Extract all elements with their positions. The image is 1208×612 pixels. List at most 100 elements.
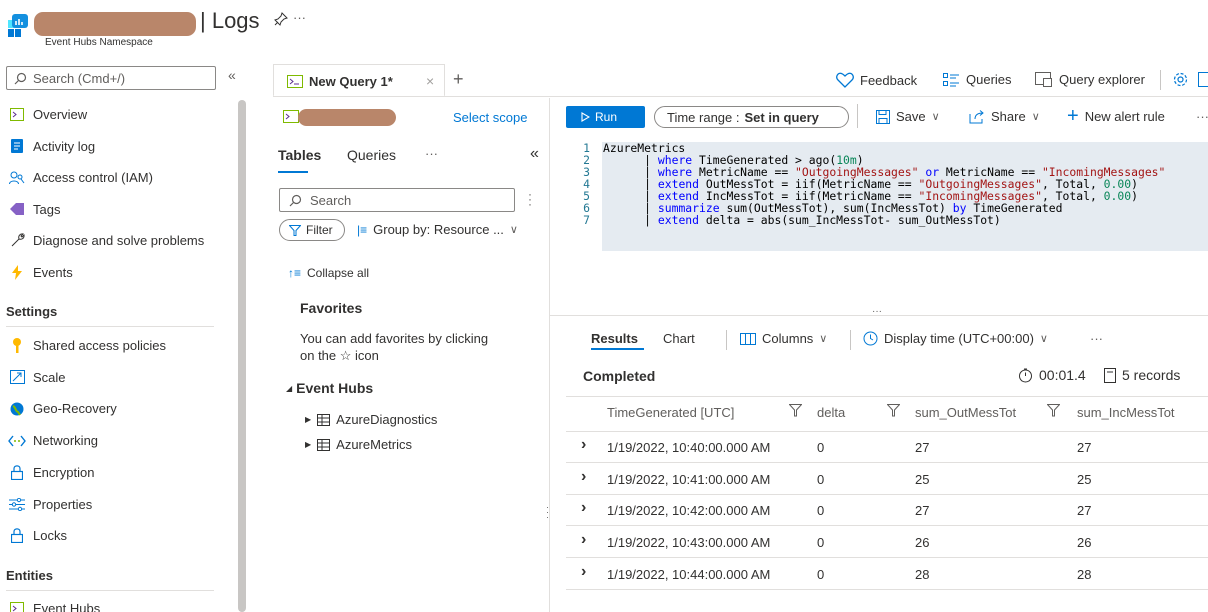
run-button[interactable]: Run: [566, 106, 645, 128]
results-more-button[interactable]: ···: [1090, 331, 1103, 346]
column-header-timegenerated[interactable]: TimeGenerated [UTC]: [607, 405, 734, 420]
add-tab-button[interactable]: +: [453, 69, 464, 90]
results-divider: [726, 330, 727, 350]
display-time-dropdown[interactable]: Display time (UTC+00:00) ∨: [863, 331, 1048, 346]
entities-section-header: Entities: [6, 568, 53, 583]
table-item-azurediagnostics[interactable]: ▶ AzureDiagnostics: [305, 412, 437, 427]
column-header-delta[interactable]: delta: [817, 405, 845, 420]
sidebar-item-events[interactable]: Events: [0, 257, 230, 288]
expand-row-chevron-icon[interactable]: ›: [581, 499, 586, 517]
header-more-icon[interactable]: ···: [293, 10, 306, 25]
sidebar-item-label: Scale: [33, 369, 66, 385]
sidebar-scrollbar[interactable]: [238, 100, 246, 612]
expand-row-chevron-icon[interactable]: ›: [581, 468, 586, 486]
table-row[interactable]: › 1/19/2022, 10:42:00.000 AM 0 27 27: [566, 495, 1208, 527]
table-cell: 25: [915, 471, 930, 487]
filter-icon[interactable]: [887, 404, 900, 417]
sidebar-item-label: Locks: [33, 528, 67, 544]
table-cell: 1/19/2022, 10:44:00.000 AM: [607, 566, 771, 582]
properties-icon: [8, 495, 26, 513]
tab-chart[interactable]: Chart: [663, 331, 695, 346]
code-line-7: | extend delta = abs(sum_IncMessTot- sum…: [603, 213, 1001, 227]
tab-queries[interactable]: Queries: [347, 147, 396, 163]
panel-collapse-button[interactable]: «: [530, 145, 539, 163]
sidebar-item-locks[interactable]: Locks: [0, 520, 230, 551]
table-cell: 1/19/2022, 10:43:00.000 AM: [607, 535, 771, 551]
query-explorer-button[interactable]: Query explorer: [1035, 72, 1145, 87]
expand-row-chevron-icon[interactable]: ›: [581, 436, 586, 454]
feedback-button[interactable]: Feedback: [836, 72, 917, 88]
layout-toggle-icon[interactable]: [1198, 72, 1208, 87]
tab-new-query-1[interactable]: New Query 1* ×: [273, 64, 445, 97]
sidebar-item-event-hubs[interactable]: Event Hubs: [0, 593, 230, 612]
search-options-icon[interactable]: · · ·: [528, 188, 532, 210]
table-item-azuremetrics[interactable]: ▶ AzureMetrics: [305, 437, 412, 452]
event-hubs-group-label: Event Hubs: [296, 380, 374, 396]
filter-button[interactable]: Filter: [279, 219, 345, 241]
pin-icon[interactable]: [274, 12, 288, 26]
tab-tables[interactable]: Tables: [278, 147, 321, 163]
sidebar-search-placeholder: Search (Cmd+/): [33, 71, 126, 86]
time-range-picker[interactable]: Time range : Set in query: [654, 106, 849, 128]
sidebar-item-label: Geo-Recovery: [33, 401, 117, 417]
sidebar-item-tags[interactable]: Tags: [0, 194, 230, 225]
table-cell: 27: [1077, 503, 1092, 519]
queries-button[interactable]: Queries: [943, 72, 1012, 87]
sidebar-item-scale[interactable]: Scale: [0, 362, 230, 393]
tab-results[interactable]: Results: [591, 331, 638, 346]
play-icon: [581, 112, 590, 122]
columns-button[interactable]: Columns ∨: [740, 331, 827, 346]
favorites-hint-line2: on the ☆ icon: [300, 348, 379, 363]
save-button[interactable]: Save ∨: [876, 109, 940, 124]
column-header-sum-incmesstot[interactable]: sum_IncMessTot: [1077, 405, 1175, 420]
new-alert-rule-button[interactable]: + New alert rule: [1067, 106, 1165, 126]
sidebar-search-input[interactable]: Search (Cmd+/): [6, 66, 216, 90]
event-hubs-group[interactable]: ◢ Event Hubs: [286, 380, 373, 396]
sidebar-item-activity-log[interactable]: Activity log: [0, 131, 230, 162]
clock-icon: [863, 331, 878, 346]
section-divider: [6, 590, 214, 591]
toolbar-more-button[interactable]: ···: [1196, 109, 1208, 124]
table-row[interactable]: › 1/19/2022, 10:41:00.000 AM 0 25 25: [566, 464, 1208, 495]
lock-icon: [8, 463, 26, 481]
sidebar-item-networking[interactable]: Networking: [0, 425, 230, 456]
share-button[interactable]: Share ∨: [969, 109, 1040, 124]
table-row[interactable]: › 1/19/2022, 10:40:00.000 AM 0 27 27: [566, 432, 1208, 463]
sidebar-item-shared-access-policies[interactable]: Shared access policies: [0, 330, 230, 361]
key-icon: [8, 337, 26, 355]
group-by-dropdown[interactable]: |≡ Group by: Resource ... ∨: [357, 222, 518, 237]
table-row[interactable]: › 1/19/2022, 10:43:00.000 AM 0 26 26: [566, 527, 1208, 559]
toolbar-divider: [857, 104, 858, 128]
table-cell: 27: [915, 440, 930, 455]
elapsed-time: 00:01.4: [1018, 367, 1086, 383]
sidebar-item-diagnose-and-solve-problems[interactable]: Diagnose and solve problems: [0, 225, 230, 256]
sidebar-item-geo-recovery[interactable]: Geo-Recovery: [0, 393, 230, 424]
records-icon: [1104, 367, 1116, 383]
sidebar-item-encryption[interactable]: Encryption: [0, 457, 230, 488]
panel-splitter[interactable]: [549, 98, 550, 612]
tables-search-input[interactable]: Search: [279, 188, 515, 212]
tab-close-button[interactable]: ×: [426, 73, 434, 89]
group-by-icon: |≡: [357, 222, 368, 237]
sidebar-item-access-control-iam[interactable]: Access control (IAM): [0, 162, 230, 193]
expand-row-chevron-icon[interactable]: ›: [581, 531, 586, 549]
query-editor[interactable]: 1 2 3 4 5 6 7 AzureMetrics | where TimeG…: [576, 142, 1208, 252]
filter-icon[interactable]: [1047, 404, 1060, 417]
feedback-label: Feedback: [860, 72, 918, 88]
column-header-sum-outmesstot[interactable]: sum_OutMessTot: [915, 405, 1016, 420]
collapse-all-button[interactable]: ↑≡ Collapse all: [288, 266, 369, 280]
tab-bar-divider: [273, 96, 1208, 97]
columns-icon: [740, 332, 756, 345]
settings-gear-icon[interactable]: [1172, 71, 1189, 88]
table-row[interactable]: › 1/19/2022, 10:44:00.000 AM 0 28 28: [566, 559, 1208, 590]
sidebar-collapse-button[interactable]: «: [228, 67, 236, 83]
sidebar-item-properties[interactable]: Properties: [0, 489, 230, 520]
expand-row-chevron-icon[interactable]: ›: [581, 563, 586, 581]
sidebar-item-overview[interactable]: Overview: [0, 99, 230, 130]
search-icon: [14, 72, 27, 85]
splitter-grip-icon[interactable]: · · ·: [546, 503, 549, 522]
panel-more-button[interactable]: ···: [425, 146, 438, 161]
select-scope-link[interactable]: Select scope: [453, 110, 527, 125]
results-header-top: [566, 396, 1208, 397]
filter-icon[interactable]: [789, 404, 802, 417]
